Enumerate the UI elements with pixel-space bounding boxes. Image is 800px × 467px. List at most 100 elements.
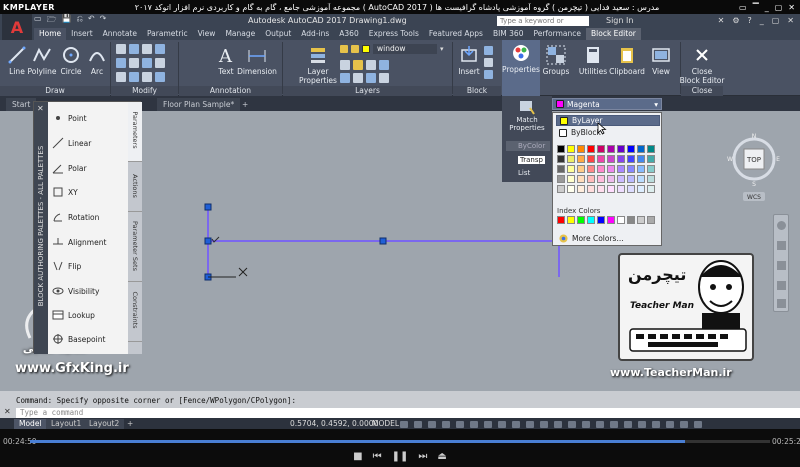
circle-button[interactable]: Circle	[60, 45, 82, 76]
tab-featured-apps[interactable]: Featured Apps	[424, 28, 488, 40]
color-swatch[interactable]	[577, 185, 585, 193]
lineweight-icon[interactable]	[498, 420, 506, 428]
index-color-swatch[interactable]	[617, 216, 625, 224]
next-icon[interactable]: ⏭	[418, 451, 427, 462]
panel-label-layers[interactable]: Layers	[283, 86, 452, 96]
pause-icon[interactable]: ❚❚	[392, 451, 409, 462]
palette-tab-constraints[interactable]: Constraints	[128, 282, 142, 342]
application-menu-button[interactable]: A	[2, 14, 32, 40]
index-color-swatch[interactable]	[607, 216, 615, 224]
panel-label-annotation[interactable]: Annotation	[179, 86, 282, 96]
color-swatch[interactable]	[637, 165, 645, 173]
color-swatch[interactable]	[627, 145, 635, 153]
panel-label-draw[interactable]: Draw	[0, 86, 110, 96]
color-swatch[interactable]	[617, 175, 625, 183]
layer-freeze-icon[interactable]	[353, 60, 363, 70]
palette-tab-parameter-sets[interactable]: Parameter Sets	[128, 212, 142, 282]
color-swatch[interactable]	[647, 175, 655, 183]
tab-insert[interactable]: Insert	[66, 28, 98, 40]
color-swatch[interactable]	[617, 145, 625, 153]
help-icon[interactable]: ?	[747, 16, 751, 25]
hardware-acceleration-icon[interactable]	[666, 420, 674, 428]
lock-ui-icon[interactable]	[638, 420, 646, 428]
orbit-icon[interactable]	[777, 281, 786, 290]
color-swatch[interactable]	[617, 185, 625, 193]
color-swatch[interactable]	[587, 175, 595, 183]
layer-properties-button[interactable]: Layer Properties	[298, 45, 338, 85]
color-swatch[interactable]	[647, 155, 655, 163]
minimize-button[interactable]: _	[760, 16, 764, 25]
color-swatch[interactable]	[557, 165, 565, 173]
color-swatch[interactable]	[577, 145, 585, 153]
close-icon[interactable]: ✕	[4, 407, 11, 416]
color-swatch[interactable]	[577, 165, 585, 173]
index-color-swatch[interactable]	[557, 216, 565, 224]
properties-button[interactable]: Properties	[502, 40, 540, 96]
layer-walk-icon[interactable]	[353, 73, 363, 83]
color-swatch[interactable]	[647, 165, 655, 173]
color-swatch[interactable]	[577, 175, 585, 183]
palette-title-bar[interactable]: ✕ BLOCK AUTHORING PALETTES - ALL PALETTE…	[34, 102, 48, 354]
palette-tab-actions[interactable]: Actions	[128, 162, 142, 212]
line-button[interactable]: Line	[6, 45, 28, 76]
color-swatch[interactable]	[587, 145, 595, 153]
polar-icon[interactable]	[442, 420, 450, 428]
annotation-scale-icon[interactable]	[568, 420, 576, 428]
tab-annotate[interactable]: Annotate	[98, 28, 142, 40]
palette-item-alignment[interactable]: Alignment	[52, 236, 106, 248]
color-swatch[interactable]	[637, 175, 645, 183]
color-swatch[interactable]	[607, 165, 615, 173]
coordinate-readout[interactable]: 0.5704, 0.4592, 0.0000	[290, 419, 378, 428]
wcs-menu[interactable]: WCS	[747, 194, 761, 201]
fillet-icon[interactable]	[142, 58, 152, 68]
otrack-icon[interactable]	[484, 420, 492, 428]
clean-screen-icon[interactable]	[680, 420, 688, 428]
selection-cycling-icon[interactable]	[526, 420, 534, 428]
player-close-button[interactable]: ✕	[788, 3, 795, 12]
polyline-button[interactable]: Polyline	[28, 45, 56, 76]
new-icon[interactable]: ▭	[34, 14, 42, 28]
palette-item-visibility[interactable]: Visibility	[52, 285, 99, 297]
color-option-bylayer[interactable]: ByLayer	[556, 115, 660, 126]
osnap-icon[interactable]	[470, 420, 478, 428]
palette-item-point[interactable]: Point	[52, 112, 87, 124]
color-swatch[interactable]	[637, 155, 645, 163]
color-swatch[interactable]	[607, 185, 615, 193]
plot-icon[interactable]: ⎌	[76, 14, 82, 28]
settings-icon[interactable]: ⚙	[732, 16, 739, 25]
color-swatch[interactable]	[557, 155, 565, 163]
tab-block-editor[interactable]: Block Editor	[586, 28, 641, 40]
transparency-icon[interactable]	[512, 420, 520, 428]
color-swatch[interactable]	[567, 165, 575, 173]
color-swatch[interactable]	[597, 155, 605, 163]
search-input[interactable]: Type a keyword or phrase	[497, 16, 589, 35]
palette-item-flip[interactable]: Flip	[52, 260, 81, 272]
color-swatch[interactable]	[567, 145, 575, 153]
ducs-icon[interactable]	[554, 420, 562, 428]
layer-current-icon[interactable]	[366, 73, 376, 83]
redo-icon[interactable]: ↷	[100, 14, 107, 28]
workspace-icon[interactable]	[582, 420, 590, 428]
close-block-editor-button[interactable]: Close Block Editor	[680, 45, 724, 85]
explode-icon[interactable]	[155, 58, 165, 68]
grip[interactable]	[204, 203, 212, 211]
palette-item-linear[interactable]: Linear	[52, 137, 91, 149]
viewcube[interactable]: TOP N S E W WCS	[727, 132, 781, 202]
open-icon[interactable]: 🗁	[47, 14, 57, 28]
color-swatch[interactable]	[627, 185, 635, 193]
color-swatch[interactable]	[577, 155, 585, 163]
color-selector[interactable]: Magenta ▾	[552, 98, 662, 110]
color-swatch[interactable]	[567, 185, 575, 193]
stretch-icon[interactable]	[116, 72, 126, 82]
palette-tab-parameters[interactable]: Parameters	[128, 102, 142, 162]
block-attribute-icon[interactable]	[484, 70, 493, 79]
color-swatch[interactable]	[617, 155, 625, 163]
index-colors-row[interactable]	[557, 216, 655, 224]
zoom-icon[interactable]	[777, 261, 786, 270]
erase-icon[interactable]	[155, 44, 165, 54]
annotation-monitor-icon[interactable]	[596, 420, 604, 428]
layer-lock-icon[interactable]	[366, 60, 376, 70]
color-swatch[interactable]	[557, 145, 565, 153]
index-color-swatch[interactable]	[637, 216, 645, 224]
steering-wheel-icon[interactable]	[777, 221, 786, 230]
